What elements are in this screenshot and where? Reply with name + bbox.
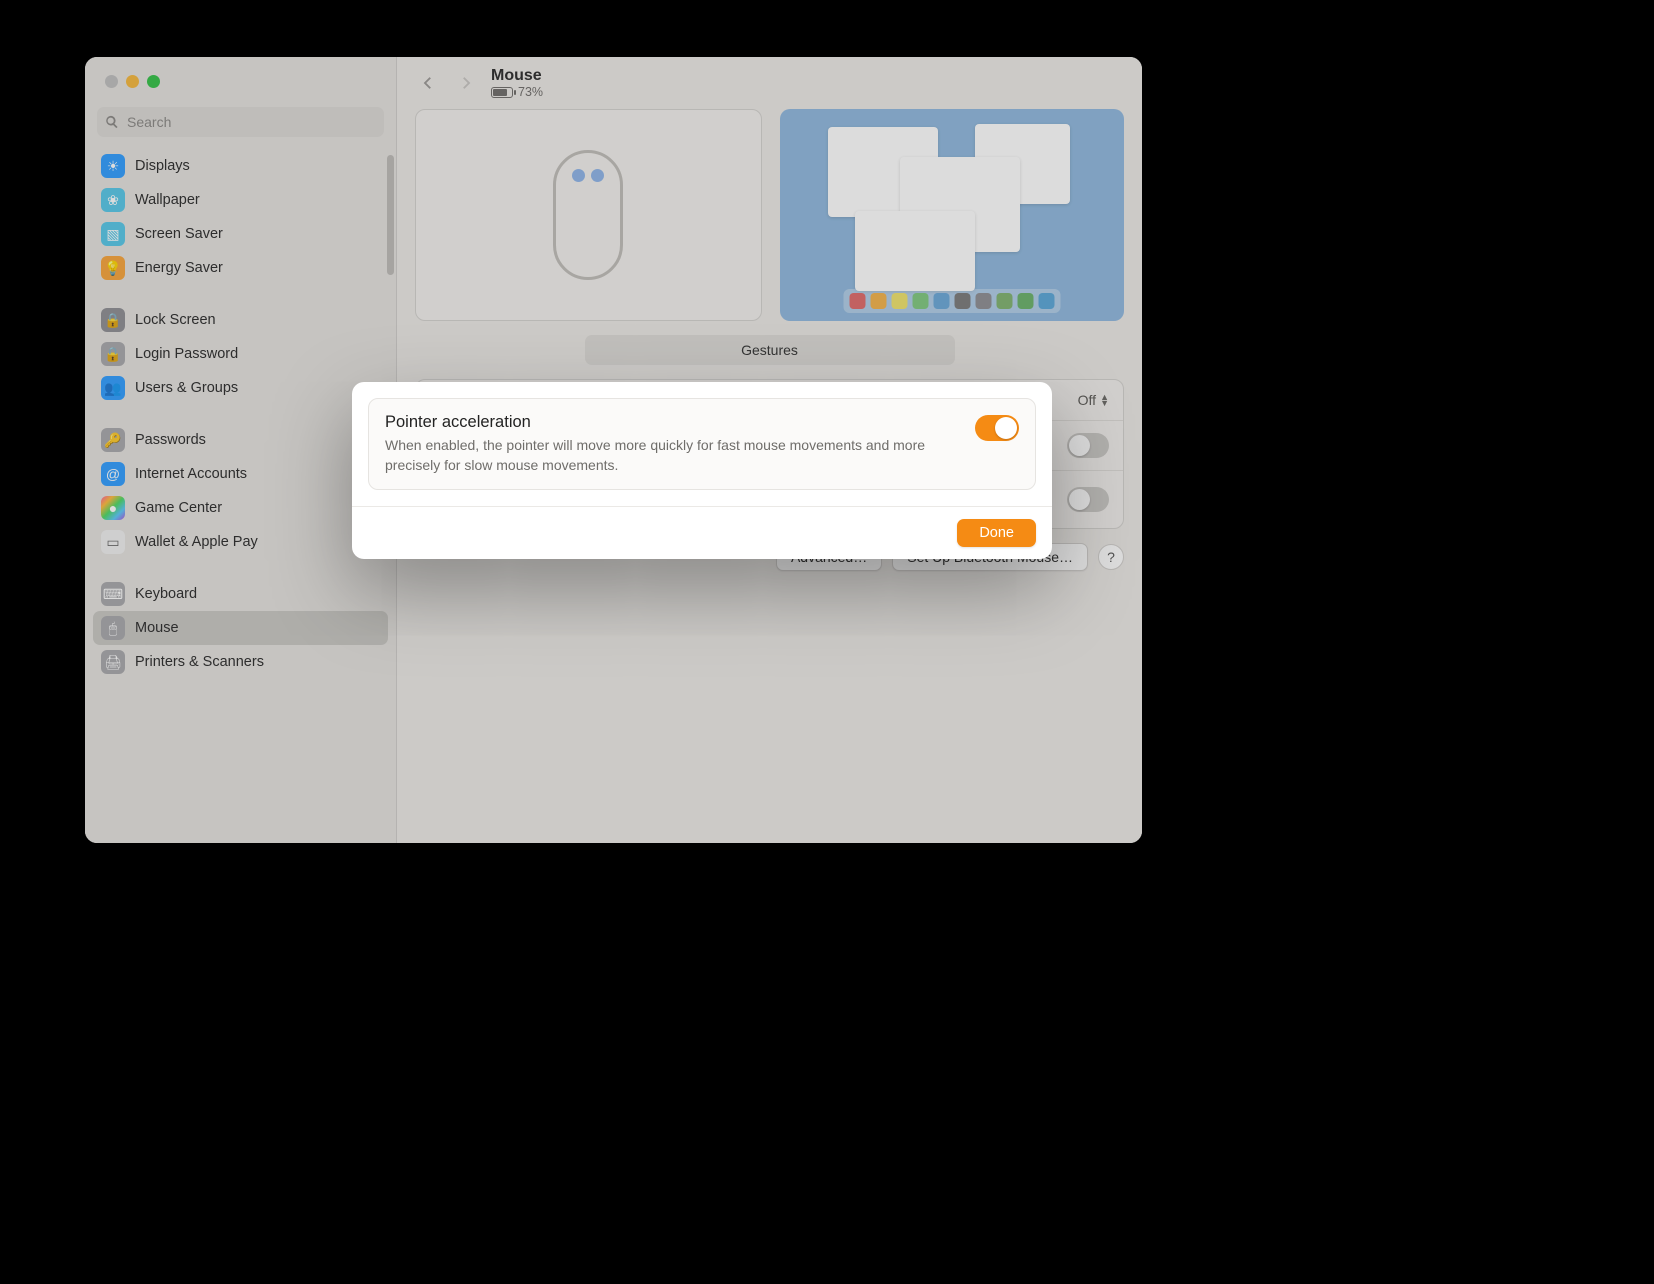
advanced-sheet: Pointer acceleration When enabled, the p… xyxy=(352,382,1052,559)
system-settings-window: Search ☀Displays ❀Wallpaper ▧Screen Save… xyxy=(85,57,1142,843)
pointer-acceleration-desc: When enabled, the pointer will move more… xyxy=(385,436,959,475)
pointer-acceleration-title: Pointer acceleration xyxy=(385,413,959,432)
pointer-acceleration-row: Pointer acceleration When enabled, the p… xyxy=(368,398,1036,490)
pointer-acceleration-toggle[interactable] xyxy=(975,415,1019,441)
done-button[interactable]: Done xyxy=(957,519,1036,547)
